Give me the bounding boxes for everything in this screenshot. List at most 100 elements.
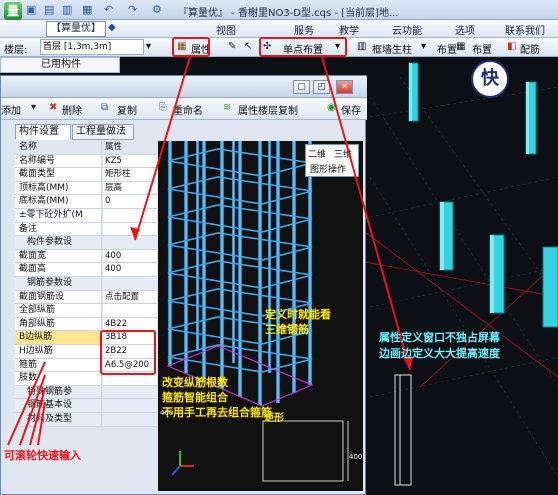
property-value[interactable]: 点击配置 (103, 290, 157, 304)
property-row[interactable]: 构件参数设 (15, 236, 157, 250)
graphic-operation-button[interactable]: 图形操作 (310, 162, 346, 175)
property-value[interactable] (103, 222, 157, 236)
copy-button[interactable]: 复制 (117, 102, 137, 117)
property-name: 名称编号 (15, 154, 102, 168)
property-value[interactable] (103, 277, 157, 290)
pin-icon[interactable]: ▢ (293, 80, 310, 94)
property-value[interactable] (103, 236, 157, 249)
property-value[interactable]: 400 (103, 249, 157, 263)
floor-select[interactable]: 首层 [1,3m,3m] (40, 39, 144, 55)
property-name: 截面高 (15, 263, 102, 276)
callout-window-line2: 边画边定义大大提高速度 (379, 347, 500, 360)
property-row[interactable]: 钢筋基本设 (15, 399, 157, 413)
callout-stirrup-line2: 箍筋智能组合 (162, 391, 228, 404)
save-icon[interactable]: ▣ (26, 3, 36, 16)
callout-scroll: 可滚轮快速输入 (4, 449, 81, 462)
tab-component-settings[interactable]: 构件设置 (15, 124, 71, 140)
property-name: ±零下砼外扩(M (15, 209, 102, 222)
view-mode-pane: 二维 三维 图形操作 (305, 144, 359, 177)
chevron-down-icon[interactable]: ▾ (421, 41, 426, 52)
property-row[interactable]: 材料及类型 (15, 413, 157, 427)
save-button[interactable]: 保存 (341, 102, 361, 117)
layout2-button[interactable]: 布置 (472, 41, 492, 56)
property-value[interactable] (103, 385, 157, 399)
menu-view[interactable]: 视图 (216, 22, 236, 37)
property-row[interactable]: 截面钢筋设 点击配置 (15, 290, 157, 305)
property-row[interactable]: 特殊钢筋参 (15, 385, 157, 400)
property-value[interactable]: 0 (103, 195, 157, 208)
column-header-name: 名称 (15, 141, 102, 154)
redo-icon[interactable]: ↷ (128, 3, 137, 16)
highlight-rebar-values (100, 330, 156, 375)
save-icon: ◉ (327, 102, 336, 113)
property-group-name: 特殊钢筋参 (15, 385, 102, 399)
property-row[interactable]: 钢筋参数设 (15, 277, 157, 291)
view-3d-button[interactable]: 三维 (334, 147, 352, 160)
grid-header: 名称 属性 (15, 141, 157, 155)
menu-options[interactable]: 选项 (455, 22, 475, 37)
property-name: 角部纵筋 (15, 317, 102, 331)
menu-service[interactable]: 服务 (294, 22, 314, 37)
property-value[interactable]: KZ5 (103, 154, 157, 168)
frame-column-button[interactable]: 框墙生柱 (372, 41, 412, 56)
property-row[interactable]: 截面高 400 (15, 263, 157, 277)
open-icon[interactable]: ▤ (44, 3, 54, 16)
property-row[interactable]: ±零下砼外扩(M (15, 209, 157, 223)
tab-suanliangyou[interactable]: 【算量优】 (46, 21, 106, 37)
settings-icon[interactable]: ⚙ (152, 3, 162, 16)
property-name: 截面类型 (15, 168, 102, 181)
frame-column-icon: ▥ (357, 41, 367, 52)
property-value[interactable]: 层高 (103, 181, 157, 195)
callout-window: 属性定义窗口不独占屏幕 边画边定义大大提高速度 (379, 330, 500, 362)
kuai-badge: 快 (471, 60, 509, 98)
property-value[interactable] (103, 399, 157, 412)
rebar-3d-preview[interactable]: 400 400 矩形 (158, 141, 363, 491)
property-row[interactable]: 顶标高(MM) 层高 (15, 181, 157, 196)
add-button[interactable]: 添加 (1, 102, 21, 117)
property-floor-copy-button[interactable]: 属性楼层复制 (238, 102, 298, 117)
property-row[interactable]: 全部纵筋 (15, 304, 157, 318)
menu-teaching[interactable]: 教学 (339, 22, 359, 37)
paste-icon[interactable]: ▦ (82, 3, 92, 16)
rename-button[interactable]: 重命名 (173, 102, 203, 117)
close-icon[interactable]: ✕ (336, 80, 353, 94)
property-group-name: 构件参数设 (15, 236, 102, 249)
highlight-place-button (259, 37, 347, 57)
property-value[interactable]: 400 (103, 263, 157, 276)
property-value[interactable]: 4B22 (103, 317, 157, 331)
layout-button[interactable]: 布置 (437, 41, 457, 56)
tab-quantity-method[interactable]: 工程量做法 (72, 124, 134, 140)
property-name: H边纵筋 (15, 345, 102, 358)
delete-button[interactable]: 删除 (62, 102, 82, 117)
view-2d-button[interactable]: 二维 (308, 147, 326, 160)
property-value[interactable]: 矩形柱 (103, 168, 157, 181)
property-group-name: 钢筋参数设 (15, 277, 102, 290)
property-value[interactable] (103, 413, 157, 426)
menu-contact[interactable]: 联系我们 (505, 22, 545, 37)
used-components-node[interactable]: 已用构件 (0, 57, 120, 73)
restore-icon[interactable]: ◰ (313, 80, 330, 94)
property-row[interactable]: 底标高(MM) 0 (15, 195, 157, 209)
undo-icon[interactable]: ↶ (104, 3, 113, 16)
property-row[interactable]: 备注 (15, 222, 157, 237)
chevron-down-icon[interactable]: ▾ (146, 41, 151, 52)
quick-access-icon[interactable]: ◆ (108, 22, 116, 33)
property-value[interactable] (103, 209, 157, 222)
chevron-down-icon[interactable]: ▾ (31, 102, 36, 113)
property-row[interactable]: 截面宽 400 (15, 249, 157, 264)
property-row[interactable]: 名称编号 KZ5 (15, 154, 157, 169)
callout-stirrup-line3: 不用手工再去组合箍筋 (162, 406, 272, 419)
rebar-button[interactable]: 配筋 (520, 41, 540, 56)
copy-icon: ⧉ (101, 102, 109, 113)
menu-cloud[interactable]: 云功能 (392, 22, 422, 37)
callout-stirrup: 改变纵筋根数 箍筋智能组合 不用手工再去组合箍筋 (162, 375, 272, 420)
rebar-cage (166, 141, 349, 482)
rebar-icon: ◧ (507, 41, 517, 52)
print-icon[interactable]: ▥ (62, 3, 72, 16)
layout2-icon[interactable]: ▦ (456, 41, 465, 52)
property-name: 备注 (15, 222, 102, 236)
pointer-icon[interactable]: ↖ (244, 41, 252, 52)
draw-icon[interactable]: ✎ (228, 41, 236, 52)
property-row[interactable]: 截面类型 矩形柱 (15, 168, 157, 182)
property-value[interactable] (103, 304, 157, 317)
